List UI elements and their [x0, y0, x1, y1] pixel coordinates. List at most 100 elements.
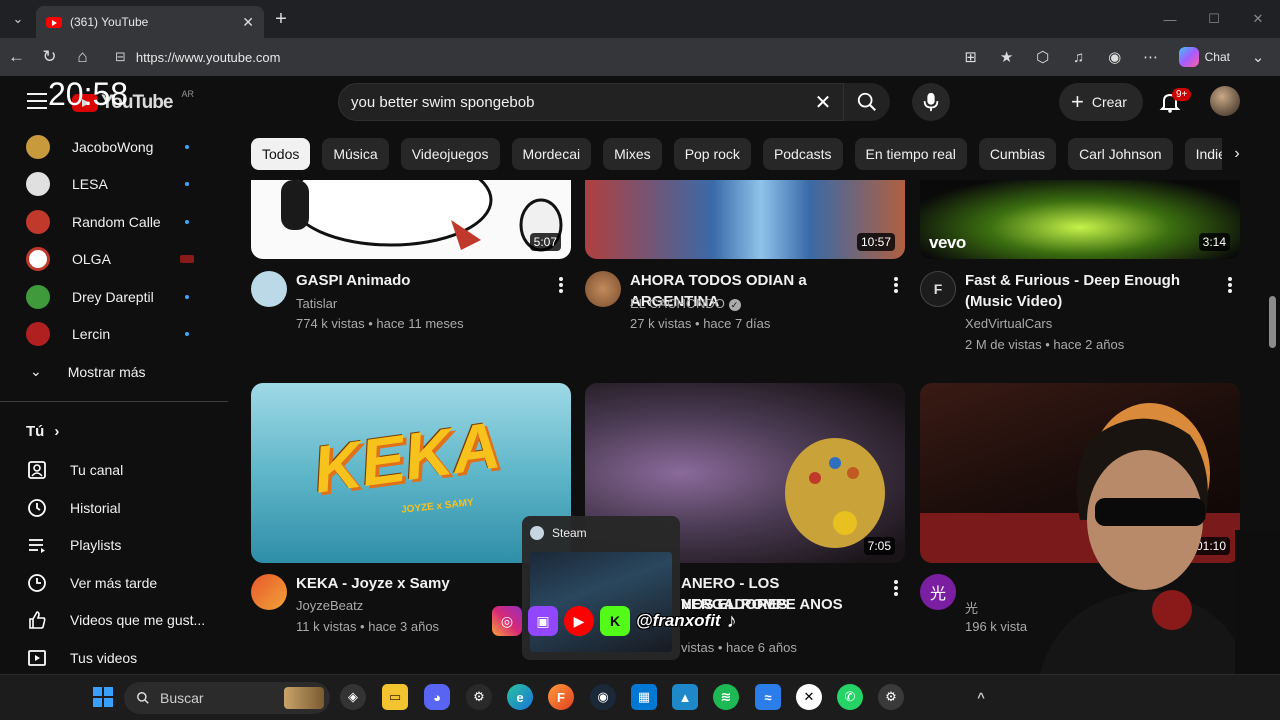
- account-avatar[interactable]: [1210, 86, 1240, 116]
- maximize-button[interactable]: ☐: [1192, 0, 1236, 38]
- video-channel[interactable]: XedVirtualCars: [965, 316, 1052, 331]
- windows-start-icon[interactable]: [90, 684, 116, 710]
- show-more-button[interactable]: ⌄ Mostrar más: [0, 353, 228, 391]
- playlists-icon: [26, 534, 48, 556]
- channel-avatar[interactable]: [251, 271, 287, 307]
- address-bar[interactable]: ⊟ https://www.youtube.com: [107, 42, 987, 72]
- shield-app-icon[interactable]: ◈: [340, 684, 366, 710]
- social-handle: @franxofit: [636, 611, 721, 630]
- back-button[interactable]: ←: [0, 38, 33, 76]
- copilot-chat-button[interactable]: Chat: [1171, 47, 1238, 67]
- home-button[interactable]: ⌂: [66, 38, 99, 76]
- new-tab-button[interactable]: +: [264, 8, 298, 31]
- reload-button[interactable]: ↻: [33, 38, 66, 76]
- channel-avatar[interactable]: 光: [920, 574, 956, 610]
- chip-todos[interactable]: Todos: [251, 138, 311, 170]
- video-menu-icon[interactable]: [559, 277, 563, 293]
- voice-search-button[interactable]: [912, 83, 950, 121]
- close-window-button[interactable]: ✕: [1236, 0, 1280, 38]
- sidebar-item-historial[interactable]: Historial: [0, 489, 228, 527]
- profile-icon[interactable]: ◉: [1099, 41, 1131, 73]
- video-channel[interactable]: JoyzeBeatz: [296, 598, 363, 613]
- sidebar-chevron-icon[interactable]: ⌄: [1242, 41, 1274, 73]
- sidebar-item-label: Ver más tarde: [70, 574, 158, 591]
- browser-tab-youtube[interactable]: (361) YouTube ✕: [36, 6, 264, 38]
- tab-close-icon[interactable]: ✕: [242, 14, 254, 31]
- taskbar-search-box[interactable]: Buscar: [124, 682, 330, 714]
- clear-search-icon[interactable]: ✕: [803, 90, 843, 115]
- search-button[interactable]: [844, 83, 890, 121]
- microphone-icon: [923, 92, 939, 112]
- channel-avatar[interactable]: [585, 271, 621, 307]
- video-menu-icon[interactable]: [1228, 277, 1232, 293]
- sidebar-sub-olga[interactable]: OLGA: [0, 241, 228, 279]
- chip-cumbias[interactable]: Cumbias: [978, 138, 1057, 170]
- sidebar-item-ver-mas-tarde[interactable]: Ver más tarde: [0, 564, 228, 602]
- sidebar-sub-drey-dareptil[interactable]: Drey Dareptil: [0, 278, 228, 316]
- video-meta: 2 M de vistas • hace 2 años: [965, 337, 1125, 352]
- more-options-icon[interactable]: ⋯: [1135, 41, 1167, 73]
- scrollbar-thumb[interactable]: [1269, 296, 1276, 348]
- chips-next-chevron-icon[interactable]: ›: [1222, 138, 1252, 170]
- video-thumbnail-2[interactable]: 10:57: [585, 180, 905, 259]
- chip-musica[interactable]: Música: [322, 138, 389, 170]
- channel-avatar[interactable]: F: [920, 271, 956, 307]
- extensions-icon[interactable]: ⬡: [1027, 41, 1059, 73]
- chip-en-tiempo-real[interactable]: En tiempo real: [854, 138, 967, 170]
- video-title[interactable]: GASPI Animado: [296, 270, 536, 291]
- chip-mixes[interactable]: Mixes: [603, 138, 662, 170]
- app-blue-icon[interactable]: ≈: [755, 684, 781, 710]
- media-icon[interactable]: ♫: [1063, 41, 1095, 73]
- video-channel[interactable]: Tatislar: [296, 296, 337, 311]
- twitch-icon: ▣: [528, 606, 558, 636]
- chip-mordecai[interactable]: Mordecai: [511, 138, 592, 170]
- video-meta: 774 k vistas • hace 11 meses: [296, 316, 464, 331]
- chip-podcasts[interactable]: Podcasts: [762, 138, 843, 170]
- video-meta: 11 k vistas • hace 3 años: [296, 619, 440, 634]
- sidebar-item-playlists[interactable]: Playlists: [0, 527, 228, 565]
- sidebar-item-tu-canal[interactable]: Tu canal: [0, 452, 228, 490]
- site-info-icon[interactable]: ⊟: [115, 49, 126, 65]
- video-thumbnail-1[interactable]: 5:07: [251, 180, 571, 259]
- search-input[interactable]: you better swim spongebob ✕: [338, 83, 844, 121]
- channel-avatar[interactable]: [251, 574, 287, 610]
- discord-icon[interactable]: ◕: [424, 684, 450, 710]
- photos-app-icon[interactable]: ▲: [672, 684, 698, 710]
- settings-gear-icon[interactable]: ⚙: [878, 684, 904, 710]
- menu-icon[interactable]: [27, 93, 47, 109]
- sidebar-sub-jacobowong[interactable]: JacoboWong: [0, 128, 228, 166]
- video-menu-icon[interactable]: [894, 277, 898, 293]
- video-channel[interactable]: EL CACHONDO ✓: [630, 296, 741, 311]
- video-title[interactable]: Fast & Furious - Deep Enough (Music Vide…: [965, 270, 1220, 312]
- spotify-icon[interactable]: ≋: [713, 684, 739, 710]
- sidebar-sub-lesa[interactable]: LESA: [0, 166, 228, 204]
- tab-list-button[interactable]: ⌄: [0, 0, 36, 38]
- xbox-icon[interactable]: ✕: [796, 684, 822, 710]
- sidebar-item-tus-videos[interactable]: Tus videos: [0, 639, 228, 674]
- favorite-star-icon[interactable]: ★: [991, 41, 1023, 73]
- sidebar-item-videos-me-gustan[interactable]: Videos que me gust...: [0, 602, 228, 640]
- create-button[interactable]: + Crear: [1059, 83, 1143, 121]
- minimize-button[interactable]: —: [1148, 0, 1192, 38]
- you-section-header[interactable]: Tú ›: [0, 412, 228, 452]
- chip-carl-johnson[interactable]: Carl Johnson: [1068, 138, 1173, 170]
- app-available-icon[interactable]: ⊞: [955, 41, 987, 73]
- app-settings-gear-icon[interactable]: ⚙: [466, 684, 492, 710]
- whatsapp-icon[interactable]: ✆: [837, 684, 863, 710]
- fl-studio-icon[interactable]: F: [548, 684, 574, 710]
- sidebar-sub-random-calle[interactable]: Random Calle: [0, 203, 228, 241]
- video-thumbnail-3[interactable]: vevo 3:14: [920, 180, 1240, 259]
- steam-taskbar-preview[interactable]: Steam: [522, 516, 680, 660]
- steam-taskbar-icon[interactable]: ◉: [590, 684, 616, 710]
- sidebar-sub-lercin[interactable]: Lercin: [0, 316, 228, 354]
- chip-pop-rock[interactable]: Pop rock: [673, 138, 751, 170]
- tray-chevron-up-icon[interactable]: ^: [968, 684, 994, 710]
- microsoft-store-icon[interactable]: ▦: [631, 684, 657, 710]
- video-channel[interactable]: 光: [965, 598, 978, 617]
- sidebar-divider: [0, 400, 228, 402]
- edge-browser-icon[interactable]: e: [507, 684, 533, 710]
- chip-videojuegos[interactable]: Videojuegos: [400, 138, 500, 170]
- video-menu-icon[interactable]: [894, 580, 898, 596]
- file-explorer-icon[interactable]: ▭: [382, 684, 408, 710]
- video-title[interactable]: KEKA - Joyze x Samy: [296, 573, 536, 594]
